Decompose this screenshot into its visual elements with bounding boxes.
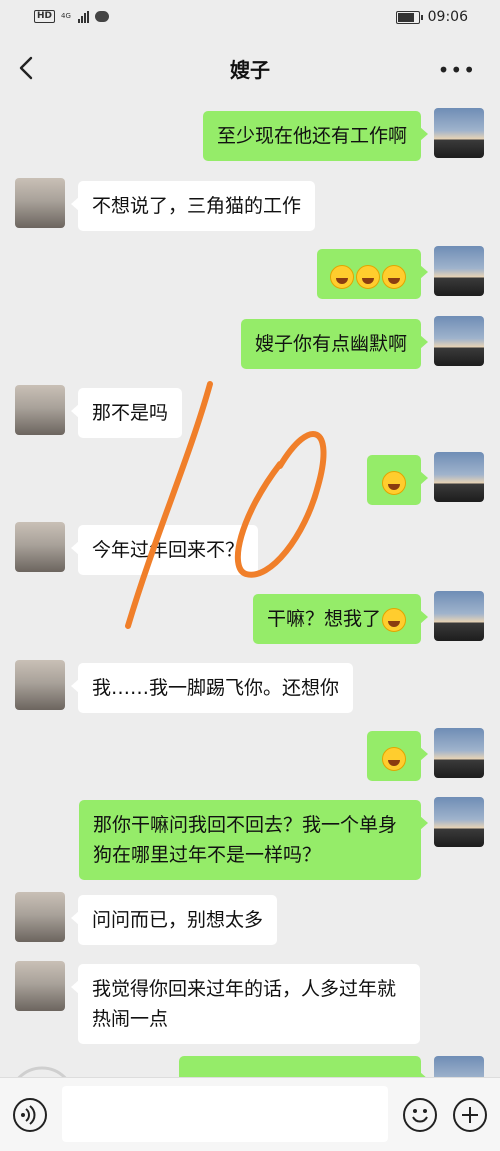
input-bar (0, 1077, 500, 1151)
signal-icon (77, 10, 89, 23)
message-bubble-incoming[interactable]: 我……我一脚踢飞你。还想你 (70, 663, 354, 713)
laugh-cry-emoji (382, 264, 406, 289)
network-type: 4G (61, 12, 71, 20)
message-input[interactable] (62, 1086, 388, 1142)
my-avatar[interactable] (434, 452, 484, 502)
message-bubble-outgoing[interactable] (179, 1056, 428, 1077)
laugh-cry-emoji (330, 264, 354, 289)
chat-title: 嫂子 (230, 58, 270, 82)
message-bubble-outgoing[interactable] (367, 455, 428, 505)
my-avatar[interactable] (434, 1056, 484, 1077)
message-text: 干嘛？想我了 (266, 608, 381, 630)
laugh-cry-emoji (356, 264, 380, 289)
message-bubble-outgoing[interactable]: 至少现在他还有工作啊 (202, 111, 429, 161)
message-bubble-incoming[interactable]: 那不是吗 (70, 388, 183, 438)
my-avatar[interactable] (434, 797, 484, 847)
my-avatar[interactable] (434, 316, 484, 366)
grin-emoji (382, 470, 406, 495)
message-bubble-outgoing[interactable]: 那你干嘛问我回不回去？我一个单身狗在哪里过年不是一样吗？ (79, 800, 428, 880)
my-avatar[interactable] (434, 108, 484, 158)
message-bubble-outgoing[interactable]: 嫂子你有点幽默啊 (240, 319, 429, 369)
thinking-emoji (382, 607, 406, 632)
sweat-smile-emoji (382, 746, 406, 771)
voice-icon[interactable] (13, 1098, 47, 1132)
status-bar: HD 4G 09:06 (0, 0, 500, 36)
message-bubble-outgoing[interactable] (317, 249, 428, 299)
message-bubble-incoming[interactable]: 今年过年回来不？ (70, 525, 259, 575)
chat-area[interactable]: 至少现在他还有工作啊 不想说了，三角猫的工作 嫂子你有点幽默啊 那不是吗 今年过… (0, 100, 500, 1077)
message-notification-icon (94, 11, 109, 22)
contact-avatar[interactable] (15, 385, 65, 435)
message-bubble-incoming[interactable]: 我觉得你回来过年的话，人多过年就热闹一点 (71, 964, 420, 1044)
my-avatar[interactable] (434, 246, 484, 296)
plus-icon[interactable] (453, 1098, 487, 1132)
battery-icon (395, 10, 423, 24)
chat-header: 嫂子 ••• (0, 36, 500, 100)
contact-avatar[interactable] (15, 660, 65, 710)
more-options-icon[interactable]: ••• (438, 58, 476, 82)
emoji-icon[interactable] (403, 1098, 437, 1132)
message-bubble-incoming[interactable]: 问问而已，别想太多 (70, 895, 278, 945)
my-avatar[interactable] (434, 728, 484, 778)
message-bubble-outgoing[interactable] (367, 731, 428, 781)
contact-avatar[interactable] (15, 892, 65, 942)
contact-avatar[interactable] (15, 961, 65, 1011)
message-bubble-incoming[interactable]: 不想说了，三角猫的工作 (70, 181, 316, 231)
my-avatar[interactable] (434, 591, 484, 641)
hd-badge: HD (34, 10, 56, 23)
clock: 09:06 (427, 9, 468, 25)
message-bubble-outgoing[interactable]: 干嘛？想我了 (252, 594, 429, 644)
contact-avatar[interactable] (15, 522, 65, 572)
contact-avatar[interactable] (15, 178, 65, 228)
